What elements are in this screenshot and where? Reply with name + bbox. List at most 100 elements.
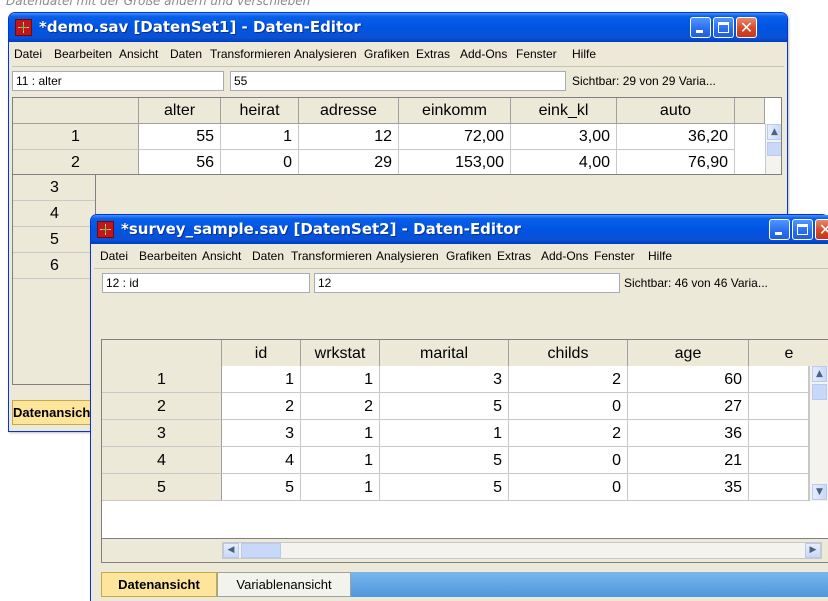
row-header[interactable]: 4 [102, 447, 222, 474]
scroll-up-button[interactable]: ▲ [812, 366, 827, 382]
data-cell[interactable] [749, 420, 809, 447]
column-header[interactable]: heirat [221, 98, 299, 124]
column-header[interactable]: id [222, 340, 301, 367]
minimize-button[interactable] [690, 17, 711, 38]
data-cell[interactable]: 4,00 [511, 150, 617, 174]
menu-transformieren[interactable]: Transformieren [210, 47, 290, 61]
data-cell[interactable]: 36 [628, 420, 749, 447]
tab-datenansicht[interactable]: Datenansicht [101, 572, 217, 597]
data-cell[interactable]: 76,90 [617, 150, 735, 174]
horizontal-scrollbar[interactable]: ◀ ▶ [222, 542, 822, 559]
column-header[interactable]: e [749, 340, 828, 367]
menu-grafiken[interactable]: Grafiken [364, 47, 412, 61]
column-header[interactable]: wrkstat [301, 340, 380, 367]
row-header[interactable]: 2 [102, 393, 222, 420]
cell-value-field[interactable]: 55 [230, 71, 566, 91]
scroll-right-button[interactable]: ▶ [805, 543, 821, 558]
maximize-button[interactable] [713, 17, 734, 38]
menu-datei[interactable]: Datei [100, 249, 136, 263]
column-header[interactable]: adresse [299, 98, 399, 124]
close-button[interactable]: ✕ [815, 219, 828, 240]
close-button[interactable]: ✕ [736, 17, 757, 38]
menu-ansicht[interactable]: Ansicht [119, 47, 167, 61]
menu-add-ons[interactable]: Add-Ons [541, 249, 591, 263]
data-cell[interactable]: 153,00 [399, 150, 511, 174]
scroll-thumb[interactable] [241, 543, 281, 558]
data-cell[interactable]: 1 [380, 420, 509, 447]
minimize-button[interactable] [769, 219, 790, 240]
scroll-down-button[interactable]: ▼ [812, 484, 827, 500]
column-header[interactable]: alter [139, 98, 221, 124]
menu-grafiken[interactable]: Grafiken [446, 249, 494, 263]
data-cell[interactable]: 0 [509, 447, 628, 474]
column-header[interactable]: childs [509, 340, 628, 367]
title-bar[interactable]: *survey_sample.sav [DatenSet2] - Daten-E… [91, 215, 828, 244]
data-cell[interactable]: 27 [628, 393, 749, 420]
menu-analysieren[interactable]: Analysieren [376, 249, 442, 263]
row-header[interactable]: 1 [102, 366, 222, 393]
row-header[interactable]: 3 [102, 420, 222, 447]
column-header[interactable]: einkomm [399, 98, 511, 124]
menu-hilfe[interactable]: Hilfe [572, 47, 602, 61]
data-cell[interactable]: 2 [222, 393, 301, 420]
cell-value-field[interactable]: 12 [314, 273, 620, 293]
row-header[interactable]: 2 [13, 150, 139, 174]
row-header[interactable]: 3 [13, 175, 95, 201]
row-header[interactable]: 6 [13, 253, 95, 279]
data-cell[interactable]: 12 [299, 124, 399, 150]
data-cell[interactable]: 2 [509, 420, 628, 447]
menu-bearbeiten[interactable]: Bearbeiten [54, 47, 116, 61]
data-cell[interactable]: 1 [222, 366, 301, 393]
data-cell[interactable]: 35 [628, 474, 749, 501]
menu-bearbeiten[interactable]: Bearbeiten [139, 249, 199, 263]
data-cell[interactable] [749, 447, 809, 474]
menu-datei[interactable]: Datei [14, 47, 50, 61]
data-cell[interactable]: 1 [301, 366, 380, 393]
data-cell[interactable] [749, 393, 809, 420]
row-header[interactable]: 5 [102, 474, 222, 501]
data-cell[interactable]: 5 [380, 393, 509, 420]
data-cell[interactable]: 60 [628, 366, 749, 393]
menu-analysieren[interactable]: Analysieren [294, 47, 362, 61]
menu-add-ons[interactable]: Add-Ons [460, 47, 512, 61]
data-cell[interactable]: 0 [509, 393, 628, 420]
scroll-thumb[interactable] [767, 142, 781, 156]
vertical-scrollbar[interactable]: ▲ ▼ [809, 366, 828, 501]
data-cell[interactable]: 0 [221, 150, 299, 174]
data-cell[interactable]: 1 [221, 124, 299, 150]
menu-extras[interactable]: Extras [497, 249, 537, 263]
data-cell[interactable]: 2 [301, 393, 380, 420]
column-header[interactable]: eink_kl [511, 98, 617, 124]
menu-transformieren[interactable]: Transformieren [291, 249, 373, 263]
data-cell[interactable]: 55 [139, 124, 221, 150]
data-cell[interactable]: 5 [380, 474, 509, 501]
tab-variablenansicht[interactable]: Variablenansicht [217, 572, 351, 597]
data-cell[interactable]: 2 [509, 366, 628, 393]
menu-fenster[interactable]: Fenster [516, 47, 568, 61]
data-cell[interactable]: 1 [301, 474, 380, 501]
menu-hilfe[interactable]: Hilfe [648, 249, 678, 263]
menu-fenster[interactable]: Fenster [594, 249, 644, 263]
data-cell[interactable]: 5 [222, 474, 301, 501]
data-cell[interactable]: 0 [509, 474, 628, 501]
maximize-button[interactable] [792, 219, 813, 240]
data-cell[interactable]: 72,00 [399, 124, 511, 150]
data-cell[interactable] [749, 366, 809, 393]
data-cell[interactable] [749, 474, 809, 501]
menu-daten[interactable]: Daten [252, 249, 288, 263]
menu-daten[interactable]: Daten [170, 47, 206, 61]
column-header[interactable]: marital [380, 340, 509, 367]
menu-extras[interactable]: Extras [416, 47, 456, 61]
tab-datenansicht[interactable]: Datenansicht [12, 400, 92, 425]
data-cell[interactable]: 4 [222, 447, 301, 474]
row-header[interactable]: 5 [13, 227, 95, 253]
data-cell[interactable]: 3 [222, 420, 301, 447]
row-header[interactable]: 1 [13, 124, 139, 150]
data-cell[interactable]: 36,20 [617, 124, 735, 150]
data-cell[interactable]: 21 [628, 447, 749, 474]
column-header[interactable]: age [628, 340, 749, 367]
column-header[interactable]: auto [617, 98, 735, 124]
scroll-left-button[interactable]: ◀ [223, 543, 239, 558]
row-header[interactable]: 4 [13, 201, 95, 227]
data-cell[interactable]: 3,00 [511, 124, 617, 150]
